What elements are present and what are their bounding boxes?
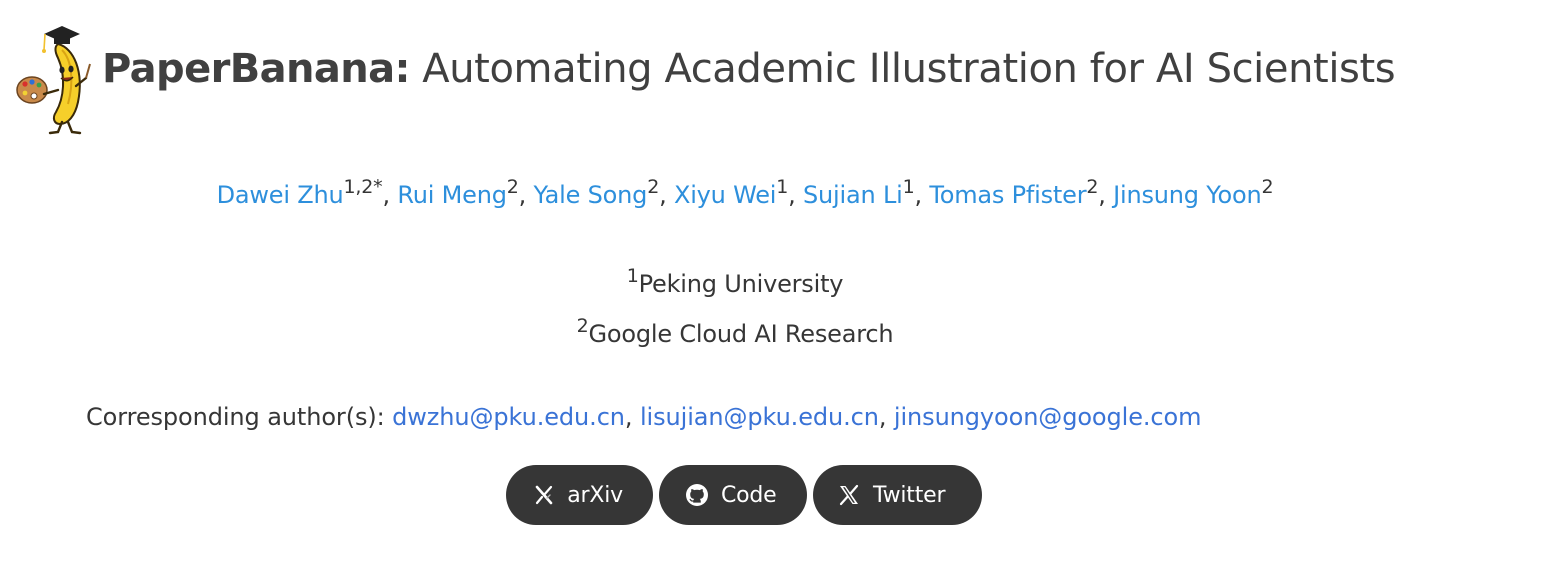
author-separator: , [1098,181,1114,209]
affiliation-name: Peking University [638,270,844,298]
author-affil-sup: 2 [647,176,660,198]
affiliation-sup: 1 [626,265,639,287]
author-separator: , [914,181,930,209]
email-link[interactable]: lisujian@pku.edu.cn [640,403,879,431]
twitter-button[interactable]: Twitter [813,465,982,525]
page-title: PaperBanana: Automating Academic Illustr… [102,46,1396,92]
link-buttons: arXiv Code Twitter [506,465,982,525]
author-list: Dawei Zhu1,2*, Rui Meng2, Yale Song2, Xi… [0,177,1490,213]
author-affil-sup: 1,2* [343,176,383,198]
author-separator: , [788,181,804,209]
affiliation-name: Google Cloud AI Research [588,320,894,348]
author-separator: , [518,181,534,209]
email-link[interactable]: jinsungyoon@google.com [894,403,1202,431]
title-subtitle: Automating Academic Illustration for AI … [409,46,1396,92]
author-link[interactable]: Dawei Zhu [217,181,344,209]
arxiv-icon [532,483,555,507]
arxiv-label: arXiv [567,482,623,508]
email-link[interactable]: dwzhu@pku.edu.cn [392,403,625,431]
author-affil-sup: 2 [1261,176,1274,198]
author-link[interactable]: Tomas Pfister [929,181,1086,209]
author-link[interactable]: Yale Song [534,181,648,209]
arxiv-button[interactable]: arXiv [506,465,653,525]
github-icon [685,483,709,507]
author-link[interactable]: Jinsung Yoon [1113,181,1262,209]
affiliation-sup: 2 [576,315,589,337]
affiliation-1: 1Peking University [0,266,1470,302]
title-brand: PaperBanana: [102,46,411,92]
banana-mascot-logo [16,26,91,135]
email-separator: , [624,403,640,431]
affiliation-2: 2Google Cloud AI Research [0,316,1470,352]
author-affil-sup: 2 [506,176,519,198]
corresponding-authors: Corresponding author(s): dwzhu@pku.edu.c… [86,399,1201,435]
author-separator: , [382,181,398,209]
author-separator: , [659,181,674,209]
author-link[interactable]: Rui Meng [397,181,507,209]
author-affil-sup: 1 [902,176,915,198]
twitter-label: Twitter [873,482,946,508]
title-row: PaperBanana: Automating Academic Illustr… [14,20,1396,136]
author-link[interactable]: Sujian Li [803,181,903,209]
author-link[interactable]: Xiyu Wei [674,181,777,209]
email-separator: , [878,403,894,431]
author-affil-sup: 2 [1086,176,1099,198]
x-twitter-icon [837,483,861,507]
code-label: Code [721,482,777,508]
code-button[interactable]: Code [659,465,807,525]
corresponding-label: Corresponding author(s): [86,403,393,431]
author-affil-sup: 1 [776,176,789,198]
